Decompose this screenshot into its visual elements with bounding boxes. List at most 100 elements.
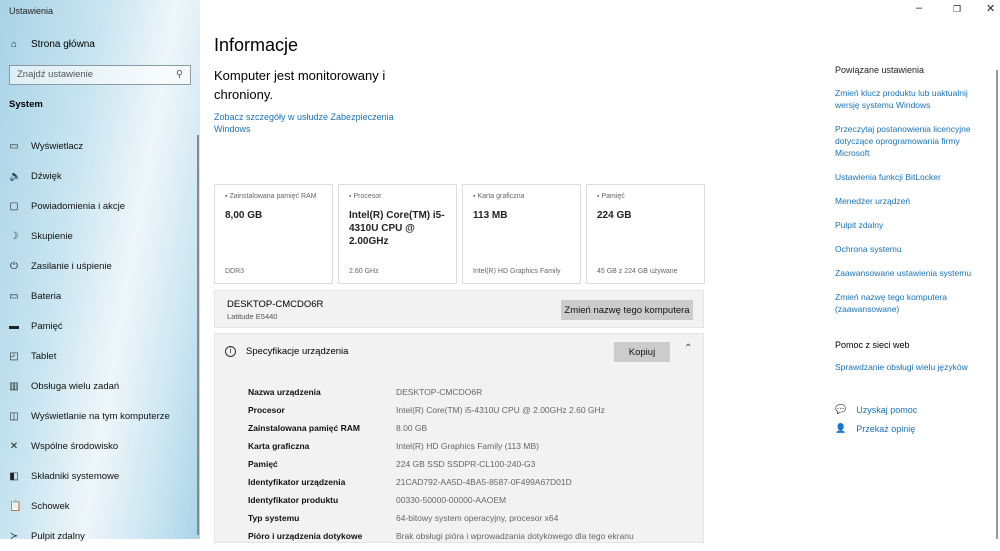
spec-cards: ▪ Zainstalowana pamięć RAM 8,00 GB DDR3 ▪ P… [214, 184, 705, 284]
sidebar-item[interactable]: 🔈 Dźwięk [9, 161, 170, 191]
shared-experiences-icon: ✕ [9, 440, 19, 452]
card-sub: 2.60 GHz [349, 268, 379, 275]
battery-icon: ▭ [9, 290, 19, 302]
sidebar-item-label: Wspólne środowisko [31, 440, 119, 452]
sidebar-nav: ▭ Wyświetlacz 🔈 Dźwięk ▢ Powiadomienia i akcj… [9, 131, 170, 551]
spec-value: Brak obsługi pióra i wprowadzania dotyko… [396, 531, 634, 541]
rename-button[interactable]: Zmień nazwę tego komputera [561, 300, 693, 320]
related-link[interactable]: Zaawansowane ustawienia systemu [835, 267, 985, 279]
web-help-title: Pomoc z sieci web [835, 340, 910, 350]
web-help: Pomoc z sieci web Sprawdzanie obsługi wi… [835, 340, 985, 372]
spec-row: Karta graficzna Intel(R) HD Graphics Fami… [248, 437, 634, 455]
web-help-link[interactable]: Sprawdzanie obsługi wielu języków [835, 362, 985, 372]
help-icon: 💬 [835, 404, 847, 414]
sidebar-item[interactable]: ▭ Wyświetlacz [9, 131, 170, 161]
spec-key: Typ systemu [248, 513, 300, 523]
card-value: 8,00 GB [225, 210, 263, 221]
copy-button[interactable]: Kopiuj [614, 342, 670, 362]
sidebar-item[interactable]: ☽ Skupienie [9, 221, 170, 251]
sidebar-item[interactable]: 📋 Schowek [9, 491, 170, 521]
restore-icon[interactable]: ❐ [953, 4, 961, 15]
close-icon[interactable]: ✕ [986, 2, 995, 15]
tablet-icon: ◰ [9, 350, 19, 362]
related-settings: Powiązane ustawienia Zmień klucz produkt… [835, 65, 985, 315]
spec-value: Intel(R) Core(TM) i5-4310U CPU @ 2.00GHz… [396, 405, 605, 415]
sidebar-item-label: Skupienie [31, 230, 73, 242]
spec-key: Identyfikator urządzenia [248, 477, 346, 487]
sidebar-item-label: Dźwięk [31, 170, 62, 182]
card-label: Procesor [353, 193, 382, 200]
sidebar-item[interactable]: ▢ Powiadomienia i akcje [9, 191, 170, 221]
storage-icon: ▬ [9, 320, 19, 332]
sidebar-item[interactable]: ≻ Pulpit zdalny [9, 521, 170, 551]
security-details-link[interactable]: Zobacz szczegóły w usłudze Zabezpieczeni… [214, 111, 404, 135]
card-value: Intel(R) Core(TM) i5-4310U CPU @ 2.00GHz [349, 210, 445, 247]
sidebar-item[interactable]: ◰ Tablet [9, 341, 170, 371]
device-specs: i Specyfikacje urządzenia Kopiuj ⌃ Nazwa … [214, 333, 704, 543]
related-link[interactable]: Zmień nazwę tego komputera (zaawansowane… [835, 291, 985, 315]
related-link[interactable]: Zmień klucz produktu lub uaktualnij wers… [835, 87, 985, 111]
sidebar-item[interactable]: ◧ Składniki systemowe [9, 461, 170, 491]
sidebar-home[interactable]: ⌂ Strona główna [9, 39, 95, 50]
moon-icon: ☽ [9, 230, 19, 242]
related-link[interactable]: Ochrona systemu [835, 243, 985, 255]
sidebar-scrollbar[interactable] [197, 135, 199, 535]
projecting-icon: ◫ [9, 410, 19, 422]
spec-row: Pamięć 224 GB SSD SSDPR-CL100-240-G3 [248, 455, 634, 473]
related-link[interactable]: Przeczytaj postanowienia licencyjne doty… [835, 123, 985, 159]
sidebar-item-label: Wyświetlanie na tym komputerze [31, 410, 170, 422]
sidebar-item[interactable]: ⏻ Zasilanie i uśpienie [9, 251, 170, 281]
chevron-up-icon[interactable]: ⌃ [684, 343, 692, 354]
sidebar-item[interactable]: ◫ Wyświetlanie na tym komputerze [9, 401, 170, 431]
notification-icon: ▢ [9, 200, 19, 212]
home-icon: ⌂ [10, 39, 18, 50]
search-placeholder: Znajdź ustawienie [17, 69, 94, 80]
spec-value: 00330-50000-00000-AAOEM [396, 495, 507, 505]
app-title: Ustawienia [9, 6, 54, 16]
spec-value: 224 GB SSD SSDPR-CL100-240-G3 [396, 459, 536, 469]
card-value: 113 MB [473, 210, 508, 221]
feedback-link[interactable]: 👤 Przekaż opinię [835, 423, 915, 434]
spec-row: Identyfikator urządzenia 21CAD792-AA5D-4B… [248, 473, 634, 491]
section-title: System [9, 99, 43, 110]
spec-key: Procesor [248, 405, 285, 415]
related-link[interactable]: Ustawienia funkcji BitLocker [835, 171, 985, 183]
sidebar-item[interactable]: ▥ Obsługa wielu zadań [9, 371, 170, 401]
spec-card: ▪ Pamięć 224 GB 45 GB z 224 GB używane [586, 184, 705, 284]
main-scrollbar[interactable] [996, 70, 998, 539]
spec-value: 8.00 GB [396, 423, 428, 433]
device-bar: DESKTOP-CMCDO6R Latitude E5440 Zmień naz… [214, 290, 704, 328]
spec-value: 64-bitowy system operacyjny, procesor x6… [396, 513, 559, 523]
sidebar-item-label: Zasilanie i uśpienie [31, 260, 112, 272]
spec-row: Zainstalowana pamięć RAM 8.00 GB [248, 419, 634, 437]
card-sub: 45 GB z 224 GB używane [597, 268, 678, 275]
sidebar-item-label: Schowek [31, 500, 70, 512]
get-help-link[interactable]: 💬 Uzyskaj pomoc [835, 404, 917, 415]
sidebar: Ustawienia ⌂ Strona główna Znajdź ustawie… [0, 0, 200, 542]
power-icon: ⏻ [10, 260, 18, 272]
spec-card: ▪ Zainstalowana pamięć RAM 8,00 GB DDR3 [214, 184, 333, 284]
card-sub: Intel(R) HD Graphics Family [473, 268, 561, 275]
sidebar-item-label: Tablet [31, 350, 57, 362]
sidebar-item[interactable]: ✕ Wspólne środowisko [9, 431, 170, 461]
feedback-label: Przekaż opinię [856, 423, 916, 434]
components-icon: ◧ [9, 470, 19, 482]
multitasking-icon: ▥ [9, 380, 19, 392]
sidebar-item[interactable]: ▭ Bateria [9, 281, 170, 311]
spec-value: Intel(R) HD Graphics Family (113 MB) [396, 441, 539, 451]
minimize-icon[interactable]: – [916, 2, 922, 14]
card-label: Zainstalowana pamięć RAM [229, 193, 317, 200]
search-input[interactable]: Znajdź ustawienie ⚲ [9, 65, 191, 85]
info-icon: i [225, 346, 236, 357]
sidebar-item[interactable]: ▬ Pamięć [9, 311, 170, 341]
spec-row: Nazwa urządzenia DESKTOP-CMCDO6R [248, 383, 634, 401]
related-link[interactable]: Pulpit zdalny [835, 219, 985, 231]
sidebar-item-label: Powiadomienia i akcje [31, 200, 125, 212]
processor-icon: ▪ [349, 193, 352, 200]
related-link[interactable]: Menedżer urządzeń [835, 195, 985, 207]
storage-icon: ▪ [597, 193, 600, 200]
spec-row: Identyfikator produktu 00330-50000-00000-… [248, 491, 634, 509]
feedback-icon: 👤 [835, 423, 847, 433]
sidebar-item-label: Bateria [31, 290, 62, 302]
spec-value: DESKTOP-CMCDO6R [396, 387, 483, 397]
